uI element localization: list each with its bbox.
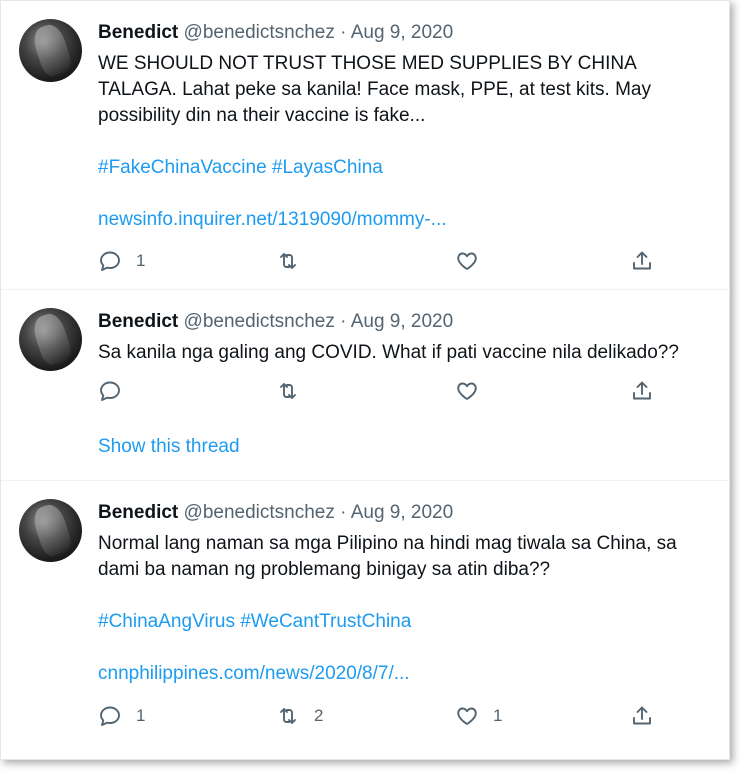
tweet-actions (98, 377, 658, 405)
tweet-actions: 1 (98, 247, 658, 275)
tweet-link[interactable]: newsinfo.inquirer.net/1319090/mommy-... (98, 207, 713, 233)
tweet-feed: Benedict @benedictsnchez · Aug 9, 2020 W… (0, 0, 730, 760)
author-handle[interactable]: @benedictsnchez (184, 502, 335, 523)
tweet-date[interactable]: Aug 9, 2020 (351, 502, 453, 523)
share-icon (633, 251, 651, 270)
reply-icon (100, 251, 120, 271)
retweet-icon (280, 383, 296, 399)
retweet-button[interactable]: 2 (276, 702, 323, 730)
reply-icon (100, 381, 120, 401)
tweet-header: Benedict @benedictsnchez · Aug 9, 2020 (98, 499, 713, 527)
tweet-date[interactable]: Aug 9, 2020 (351, 22, 453, 43)
avatar[interactable] (19, 499, 82, 562)
tweet-3[interactable]: Benedict @benedictsnchez · Aug 9, 2020 N… (1, 481, 729, 759)
reply-button[interactable]: 1 (98, 702, 145, 730)
retweet-icon (280, 253, 296, 269)
reply-count: 1 (136, 251, 146, 270)
share-icon (633, 706, 651, 725)
author-handle[interactable]: @benedictsnchez (184, 22, 335, 43)
heart-icon (457, 252, 477, 270)
tweet-2[interactable]: Benedict @benedictsnchez · Aug 9, 2020 S… (1, 290, 729, 481)
like-button[interactable] (455, 247, 493, 275)
heart-icon (457, 707, 477, 725)
reply-count: 1 (136, 706, 146, 725)
author-name[interactable]: Benedict (98, 311, 178, 332)
reply-button[interactable]: 1 (98, 247, 145, 275)
heart-icon (457, 382, 477, 400)
like-button[interactable]: 1 (455, 702, 502, 730)
separator-dot: · (340, 502, 347, 523)
avatar[interactable] (19, 308, 82, 371)
share-icon (633, 381, 651, 400)
tweet-content: Benedict @benedictsnchez · Aug 9, 2020 N… (98, 499, 713, 687)
reply-button[interactable] (98, 377, 136, 405)
author-handle[interactable]: @benedictsnchez (184, 311, 335, 332)
tweet-date[interactable]: Aug 9, 2020 (351, 311, 453, 332)
retweet-button[interactable] (276, 377, 314, 405)
separator-dot: · (340, 311, 347, 332)
like-count: 1 (493, 706, 503, 725)
tweet-link[interactable]: cnnphilippines.com/news/2020/8/7/... (98, 661, 713, 687)
tweet-header: Benedict @benedictsnchez · Aug 9, 2020 (98, 19, 713, 47)
author-name[interactable]: Benedict (98, 502, 178, 523)
share-button[interactable] (630, 377, 654, 405)
tweet-actions: 1 2 1 (98, 702, 658, 730)
author-name[interactable]: Benedict (98, 22, 178, 43)
share-button[interactable] (630, 702, 654, 730)
tweet-hashtags[interactable]: #ChinaAngVirus #WeCantTrustChina (98, 609, 713, 635)
reply-icon (100, 706, 120, 726)
tweet-content: Benedict @benedictsnchez · Aug 9, 2020 S… (98, 308, 713, 366)
tweet-header: Benedict @benedictsnchez · Aug 9, 2020 (98, 308, 713, 336)
like-button[interactable] (455, 377, 493, 405)
retweet-button[interactable] (276, 247, 314, 275)
separator-dot: · (340, 22, 347, 43)
tweet-text: Normal lang naman sa mga Pilipino na hin… (98, 533, 677, 580)
retweet-icon (280, 708, 296, 724)
tweet-hashtags[interactable]: #FakeChinaVaccine #LayasChina (98, 155, 713, 181)
show-thread-link[interactable]: Show this thread (98, 436, 240, 458)
tweet-text: WE SHOULD NOT TRUST THOSE MED SUPPLIES B… (98, 53, 651, 126)
tweet-content: Benedict @benedictsnchez · Aug 9, 2020 W… (98, 19, 713, 233)
share-button[interactable] (630, 247, 654, 275)
tweet-1[interactable]: Benedict @benedictsnchez · Aug 9, 2020 W… (1, 1, 729, 290)
tweet-text: Sa kanila nga galing ang COVID. What if … (98, 342, 679, 363)
avatar[interactable] (19, 19, 82, 82)
retweet-count: 2 (314, 706, 324, 725)
